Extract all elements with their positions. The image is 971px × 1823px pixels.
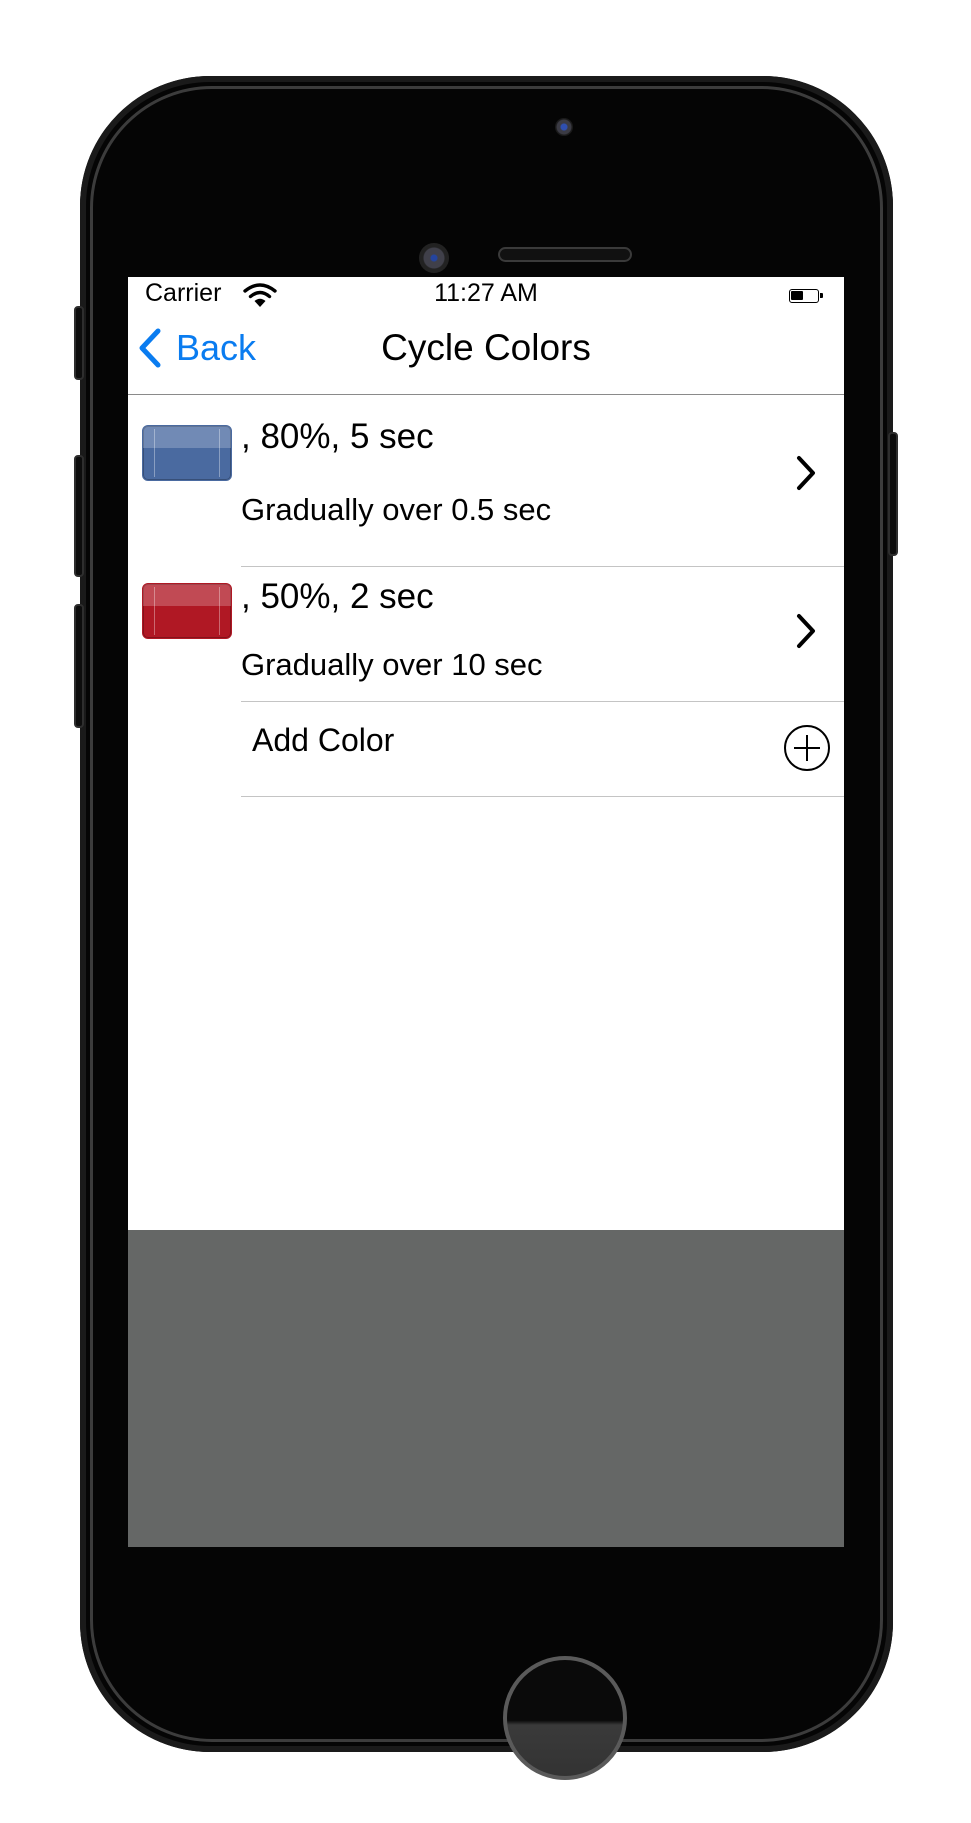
swatch-line <box>219 429 220 477</box>
page-title: Cycle Colors <box>381 327 591 368</box>
color-row-2[interactable]: , 50%, 2 sec Gradually over 10 sec <box>128 567 844 701</box>
swatch-highlight <box>143 584 231 606</box>
mute-switch[interactable] <box>74 306 84 380</box>
chevron-right-icon <box>797 456 815 490</box>
volume-up-button[interactable] <box>74 455 84 577</box>
status-time: 11:27 AM <box>434 279 538 307</box>
color-swatch <box>142 583 232 639</box>
row-divider <box>241 796 844 797</box>
status-bar: Carrier 11:27 AM <box>128 277 844 309</box>
navigation-bar: Back Cycle Colors <box>128 309 844 395</box>
home-button[interactable] <box>503 1656 627 1780</box>
swatch-line <box>154 429 155 477</box>
front-camera-icon <box>555 118 573 136</box>
color-row-1[interactable]: , 80%, 5 sec Gradually over 0.5 sec <box>128 395 844 535</box>
add-color-label: Add Color <box>252 722 395 758</box>
color-swatch <box>142 425 232 481</box>
chevron-right-icon <box>797 614 815 648</box>
swatch-line <box>219 587 220 635</box>
color-row-title: , 80%, 5 sec <box>241 417 434 456</box>
add-color-row[interactable]: Add Color <box>128 702 844 796</box>
color-row-subtitle: Gradually over 10 sec <box>241 647 543 682</box>
earpiece-speaker <box>498 247 632 262</box>
bottom-panel <box>128 1230 844 1547</box>
color-row-subtitle: Gradually over 0.5 sec <box>241 492 552 527</box>
swatch-line <box>154 587 155 635</box>
power-button[interactable] <box>888 432 898 556</box>
battery-icon <box>789 289 823 303</box>
swatch-highlight <box>143 426 231 448</box>
proximity-sensor-icon <box>419 243 449 273</box>
color-row-title: , 50%, 2 sec <box>241 577 434 616</box>
app-screen: Carrier 11:27 AM Back Cycle Colors , 80%… <box>128 277 844 1547</box>
volume-down-button[interactable] <box>74 604 84 728</box>
battery-level-fill <box>791 291 803 300</box>
add-circle-icon[interactable] <box>783 724 831 772</box>
device-mockup: Carrier 11:27 AM Back Cycle Colors , 80%… <box>0 0 971 1823</box>
